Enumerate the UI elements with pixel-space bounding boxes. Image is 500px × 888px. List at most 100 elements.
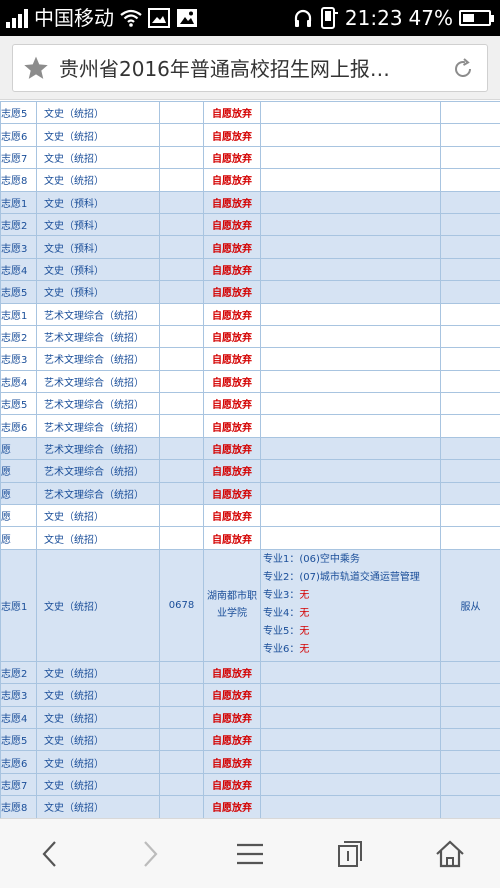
table-row: 志愿6 艺术文理综合（统招） 自愿放弃: [0, 414, 500, 438]
back-button[interactable]: [20, 829, 80, 879]
school-cell: [260, 795, 441, 818]
school-code-cell: [159, 257, 204, 282]
choice-cell: 志愿1: [0, 302, 37, 326]
battery-level: [463, 14, 475, 22]
adjust-cell: [440, 683, 500, 707]
home-icon: [436, 840, 464, 868]
table-body-before: 志愿5 文史（统招） 自愿放弃 志愿6 文史（统招） 自愿放弃 志愿7 文史（统招） 自愿放弃志…: [0, 101, 500, 550]
major-item: 专业1：(06)空中乘务: [263, 551, 438, 569]
school-cell: [260, 481, 441, 506]
admitted-section: 志愿1 文史（统招） 0678 湖南都市职业学院 专业1：(06)空中乘务 专业2…: [0, 548, 500, 662]
home-button[interactable]: [420, 829, 480, 879]
adjust-cell: [440, 280, 500, 304]
table-row: 志愿4 艺术文理综合（统招） 自愿放弃: [0, 369, 500, 394]
category-cell: 文史（统招）: [36, 660, 160, 685]
status-cell: 自愿放弃: [203, 302, 261, 326]
category-cell: 艺术文理综合（统招）: [36, 392, 160, 416]
menu-button[interactable]: [220, 829, 280, 879]
school-cell: [260, 212, 441, 237]
school-code-cell: [159, 190, 204, 214]
choice-cell: 志愿5: [0, 280, 37, 304]
choice-cell: 志愿7: [0, 145, 37, 170]
category-cell: 艺术文理综合（统招）: [36, 436, 160, 461]
adjust-cell: [440, 190, 500, 214]
adjust-cell: [440, 526, 500, 550]
school-cell: [260, 257, 441, 282]
choice-cell: 志愿3: [0, 347, 37, 371]
table-row: 志愿6 文史（统招） 自愿放弃: [0, 123, 500, 147]
table-row: 志愿5 文史（预科） 自愿放弃: [0, 280, 500, 304]
choice-cell: 愿: [0, 504, 37, 528]
choice-cell: 志愿2: [0, 324, 37, 349]
school-code-cell: [159, 414, 204, 438]
table-row: 志愿2 文史（预科） 自愿放弃: [0, 212, 500, 237]
table-row: 志愿4 文史（预科） 自愿放弃: [0, 257, 500, 282]
table-row: 志愿7 文史（统招） 自愿放弃: [0, 772, 500, 797]
table-row: 志愿5 文史（统招） 自愿放弃: [0, 727, 500, 752]
major-label: 专业1：: [263, 554, 300, 566]
page-title[interactable]: 贵州省2016年普通高校招生网上报…: [59, 45, 439, 93]
table-row: 志愿3 文史（预科） 自愿放弃: [0, 235, 500, 259]
table-row: 志愿8 文史（统招） 自愿放弃: [0, 168, 500, 192]
adjust-cell: [440, 101, 500, 125]
table-row: 志愿5 文史（统招） 自愿放弃: [0, 101, 500, 125]
table-row: 志愿1 文史（预科） 自愿放弃: [0, 190, 500, 214]
adjust-cell: [440, 123, 500, 147]
star-icon[interactable]: [23, 55, 49, 81]
table-row: 志愿5 艺术文理综合（统招） 自愿放弃: [0, 392, 500, 416]
category-cell: 文史（统招）: [36, 727, 160, 752]
status-cell: 自愿放弃: [203, 145, 261, 170]
status-left: 中国移动: [6, 0, 198, 36]
major-item: 专业2：(07)城市轨道交通运营管理: [263, 569, 438, 587]
forward-button[interactable]: [120, 829, 180, 879]
table-row: 志愿3 文史（统招） 自愿放弃: [0, 683, 500, 707]
status-cell: 自愿放弃: [203, 459, 261, 483]
category-cell: 文史（统招）: [36, 548, 160, 662]
choice-cell: 志愿6: [0, 750, 37, 774]
school-code-cell: [159, 392, 204, 416]
adjust-cell: [440, 257, 500, 282]
table-row: 志愿7 文史（统招） 自愿放弃: [0, 145, 500, 170]
status-cell: 自愿放弃: [203, 705, 261, 729]
status-right: 21:23 47%: [293, 0, 494, 36]
school-cell: [260, 727, 441, 752]
school-code-cell: [159, 772, 204, 797]
status-cell: 自愿放弃: [203, 436, 261, 461]
major-item: 专业5：无: [263, 623, 438, 641]
school-cell: [260, 101, 441, 125]
reload-icon[interactable]: [451, 57, 475, 81]
adjust-cell: [440, 481, 500, 506]
status-cell: 自愿放弃: [203, 727, 261, 752]
choice-cell: 志愿4: [0, 705, 37, 729]
school-cell: [260, 683, 441, 707]
table-row: 愿文史（统招） 自愿放弃: [0, 504, 500, 528]
major-value: (06)空中乘务: [299, 554, 360, 566]
status-cell: 自愿放弃: [203, 101, 261, 125]
category-cell: 文史（预科）: [36, 280, 160, 304]
school-code-cell: [159, 101, 204, 125]
majors-cell: 专业1：(06)空中乘务 专业2：(07)城市轨道交通运营管理 专业3：无 专业4：无…: [260, 548, 441, 662]
admitted-row: 志愿1 文史（统招） 0678 湖南都市职业学院 专业1：(06)空中乘务 专业2…: [0, 548, 500, 662]
table-row: 志愿8 文史（统招） 自愿放弃: [0, 795, 500, 818]
carrier-name: 中国移动: [34, 6, 114, 30]
school-cell: [260, 772, 441, 797]
choice-cell: 愿: [0, 481, 37, 506]
category-cell: 艺术文理综合（统招）: [36, 481, 160, 506]
school-cell: [260, 414, 441, 438]
major-label: 专业3：: [263, 590, 300, 602]
category-cell: 文史（统招）: [36, 145, 160, 170]
status-cell: 自愿放弃: [203, 392, 261, 416]
school-code-cell: [159, 369, 204, 394]
category-cell: 文史（统招）: [36, 168, 160, 192]
table-row: 愿艺术文理综合（统招） 自愿放弃: [0, 436, 500, 461]
major-value: 无: [299, 608, 310, 620]
choice-cell: 志愿2: [0, 212, 37, 237]
school-cell: [260, 750, 441, 774]
adjust-cell: [440, 414, 500, 438]
results-table-container: 志愿5 文史（统招） 自愿放弃 志愿6 文史（统招） 自愿放弃 志愿7 文史（统招） 自愿放弃志…: [0, 101, 500, 818]
phone-icon: [320, 7, 338, 29]
tabs-button[interactable]: [320, 829, 380, 879]
school-code-cell: [159, 436, 204, 461]
status-cell: 自愿放弃: [203, 526, 261, 550]
address-bar[interactable]: 贵州省2016年普通高校招生网上报…: [12, 44, 488, 92]
